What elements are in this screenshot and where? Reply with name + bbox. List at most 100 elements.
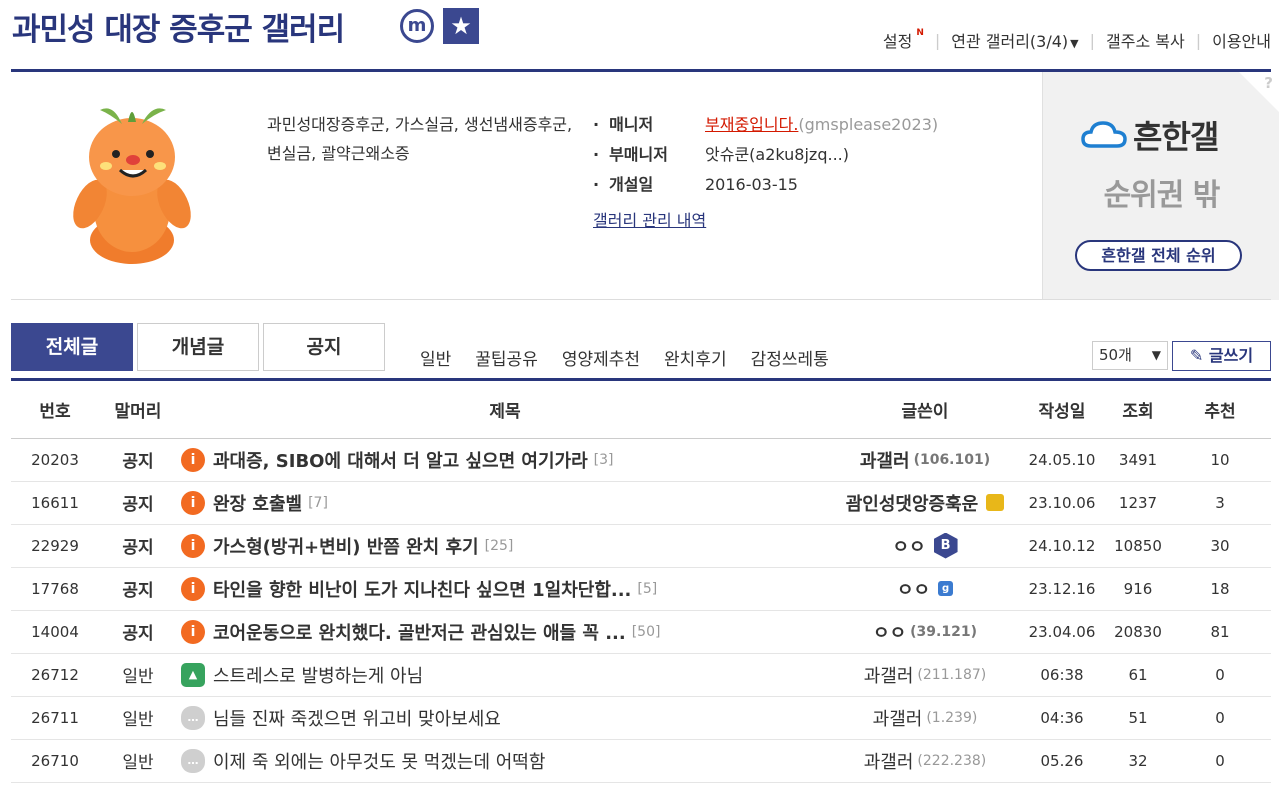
reply-count[interactable]: [5] [637, 581, 657, 597]
minor-gallery-m-icon: m [400, 9, 434, 43]
manager-info: 매니저 부재중입니다. (gmsplease2023) 부매니저 앗슈쿤(a2k… [593, 110, 938, 236]
post-title[interactable]: 과대증, SIBO에 대해서 더 알고 싶으면 여기가라 [213, 451, 588, 472]
post-row[interactable]: 20203 공지 i 과대증, SIBO에 대해서 더 알고 싶으면 여기가라 [3] 과… [11, 438, 1271, 482]
reply-count[interactable]: [50] [632, 624, 661, 640]
tab-notice[interactable]: 공지 [263, 323, 385, 371]
image-post-icon: ▲ [181, 662, 205, 687]
writer-nick[interactable]: 과갤러 [860, 451, 910, 472]
settings-link[interactable]: 설정 N [883, 28, 924, 52]
copy-address-link[interactable]: 갤주소 복사 [1106, 28, 1185, 52]
pencil-icon: ✎ [1189, 346, 1204, 365]
filter-recovery[interactable]: 완치후기 [664, 345, 727, 370]
post-writer[interactable]: 과갤러 (106.101) [833, 438, 1017, 482]
tab-all[interactable]: 전체글 [11, 323, 133, 371]
write-button-label: 글쓰기 [1208, 346, 1254, 365]
reply-count[interactable]: [7] [308, 495, 328, 511]
filter-supplements[interactable]: 영양제추천 [562, 345, 640, 370]
gallery-info: 과민성대장증후군, 가스실금, 생선냄새증후군, 변실금, 괄약근왜소증 매니저… [0, 72, 1279, 300]
post-date: 23.12.16 [1017, 567, 1107, 611]
post-subject[interactable]: ▲ 스트레스로 발병하는게 아님 [177, 653, 833, 697]
post-writer[interactable]: 과갤러 (222.238) [833, 739, 1017, 783]
post-row[interactable]: 22929 공지 i 가스형(방귀+변비) 반쯤 완치 후기 [25] ㅇㅇ B 24.10.… [11, 524, 1271, 568]
reply-count[interactable]: [3] [594, 452, 614, 468]
filter-tips[interactable]: 꿀팁공유 [475, 345, 538, 370]
post-date: 24.10.12 [1017, 524, 1107, 568]
caret-down-icon: ▼ [1151, 348, 1161, 362]
post-date: 24.05.10 [1017, 438, 1107, 482]
post-head: 공지 [99, 438, 177, 482]
cloud-icon [1081, 121, 1127, 148]
post-recommends: 3 [1169, 481, 1271, 525]
post-views: 61 [1107, 653, 1169, 697]
opened-date: 2016-03-15 [705, 175, 798, 194]
post-number: 14004 [11, 610, 99, 654]
settings-label: 설정 [882, 32, 913, 51]
reply-count[interactable]: [25] [485, 538, 514, 554]
help-question-icon[interactable]: ? [1264, 74, 1273, 92]
post-subject[interactable]: i 가스형(방귀+변비) 반쯤 완치 후기 [25] [177, 524, 833, 568]
post-title[interactable]: 이제 죽 외에는 아무것도 못 먹겠는데 어떡함 [213, 752, 545, 773]
writer-nick[interactable]: ㅇㅇ [892, 537, 925, 558]
post-writer[interactable]: 과갤러 (1.239) [833, 696, 1017, 740]
post-row[interactable]: 14004 공지 i 코어운동으로 완치했다. 골반저근 관심있는 애들 꼭 ... [… [11, 610, 1271, 654]
list-tabs: 전체글 개념글 공지 [11, 323, 389, 371]
post-writer[interactable]: 괌인성댓앙증훅운 [833, 481, 1017, 525]
post-row[interactable]: 26710 일반… 이제 죽 외에는 아무것도 못 먹겠는데 어떡함 과갤러 (222.… [11, 739, 1271, 783]
post-writer[interactable]: ㅇㅇ (39.121) [833, 610, 1017, 654]
post-row[interactable]: 26711 일반… 님들 진짜 죽겠으면 위고비 맞아보세요 과갤러 (1.239) 04… [11, 696, 1271, 740]
post-title[interactable]: 코어운동으로 완치했다. 골반저근 관심있는 애들 꼭 ... [213, 623, 626, 644]
post-row[interactable]: 17768 공지 i 타인을 향한 비난이 도가 지나친다 싶으면 1일차단합... [… [11, 567, 1271, 611]
post-date: 06:38 [1017, 653, 1107, 697]
related-galleries-dropdown[interactable]: 연관 갤러리(3/4) ▼ [951, 28, 1078, 52]
post-subject[interactable]: i 코어운동으로 완치했다. 골반저근 관심있는 애들 꼭 ... [50] [177, 610, 833, 654]
notice-info-icon: i [181, 619, 205, 644]
post-number: 20203 [11, 438, 99, 482]
writer-nick[interactable]: ㅇㅇ [897, 580, 930, 601]
post-title[interactable]: 완장 호출벨 [213, 494, 302, 515]
list-count-select[interactable]: 50개 ▼ [1092, 341, 1168, 370]
gallery-manage-history-link[interactable]: 갤러리 관리 내역 [593, 206, 706, 236]
all-rank-button[interactable]: 흔한갤 전체 순위 [1075, 240, 1242, 271]
filter-venting[interactable]: 감정쓰레통 [751, 345, 829, 370]
post-title[interactable]: 스트레스로 발병하는게 아님 [213, 666, 423, 687]
post-views: 51 [1107, 696, 1169, 740]
post-date: 23.10.06 [1017, 481, 1107, 525]
post-title[interactable]: 님들 진짜 죽겠으면 위고비 맞아보세요 [213, 709, 501, 730]
writer-nick[interactable]: 과갤러 [864, 752, 914, 773]
post-recommends: 30 [1169, 524, 1271, 568]
post-subject[interactable]: … 이제 죽 외에는 아무것도 못 먹겠는데 어떡함 [177, 739, 833, 783]
opened-row: 개설일 2016-03-15 [593, 170, 938, 200]
post-title[interactable]: 가스형(방귀+변비) 반쯤 완치 후기 [213, 537, 479, 558]
post-recommends: 0 [1169, 653, 1271, 697]
write-button[interactable]: ✎ 글쓰기 [1172, 341, 1271, 371]
post-recommends: 0 [1169, 696, 1271, 740]
col-recommends: 추천 [1169, 381, 1271, 439]
post-row[interactable]: 26712 일반 ▲ 스트레스로 발병하는게 아님 과갤러 (211.187) 06:38 6… [11, 653, 1271, 697]
post-writer[interactable]: ㅇㅇ g [833, 567, 1017, 611]
post-subject[interactable]: i 과대증, SIBO에 대해서 더 알고 싶으면 여기가라 [3] [177, 438, 833, 482]
post-recommends: 0 [1169, 739, 1271, 783]
post-subject[interactable]: i 타인을 향한 비난이 도가 지나친다 싶으면 1일차단합... [5] [177, 567, 833, 611]
tab-recommended[interactable]: 개념글 [137, 323, 259, 371]
subject-filters: 일반 꿀팁공유 영양제추천 완치후기 감정쓰레통 [420, 345, 853, 370]
post-title[interactable]: 타인을 향한 비난이 도가 지나친다 싶으면 1일차단합... [213, 580, 631, 601]
post-views: 20830 [1107, 610, 1169, 654]
writer-nick[interactable]: 과갤러 [873, 709, 923, 730]
favorite-star-icon[interactable]: ★ [443, 8, 479, 44]
rank-panel: ? 흔한갤 순위권 밖 흔한갤 전체 순위 [1042, 72, 1279, 300]
post-number: 17768 [11, 567, 99, 611]
writer-nick[interactable]: 괌인성댓앙증훅운 [846, 494, 978, 515]
help-link[interactable]: 이용안내 [1212, 28, 1271, 52]
writer-nick[interactable]: ㅇㅇ [873, 623, 906, 644]
submanager-value[interactable]: 앗슈쿤(a2ku8jzq...) [705, 140, 849, 170]
post-head: 공지 [99, 524, 177, 568]
manager-status-link[interactable]: 부재중입니다. [705, 110, 798, 140]
writer-nick[interactable]: 과갤러 [864, 666, 914, 687]
post-subject[interactable]: i 완장 호출벨 [7] [177, 481, 833, 525]
post-row[interactable]: 16611 공지 i 완장 호출벨 [7] 괌인성댓앙증훅운 23.10.06 1237 3 [11, 481, 1271, 525]
post-writer[interactable]: 과갤러 (211.187) [833, 653, 1017, 697]
gallery-title[interactable]: 과민성 대장 증후군 갤러리 [12, 4, 345, 49]
post-writer[interactable]: ㅇㅇ B [833, 524, 1017, 568]
post-subject[interactable]: … 님들 진짜 죽겠으면 위고비 맞아보세요 [177, 696, 833, 740]
filter-general[interactable]: 일반 [420, 345, 451, 370]
